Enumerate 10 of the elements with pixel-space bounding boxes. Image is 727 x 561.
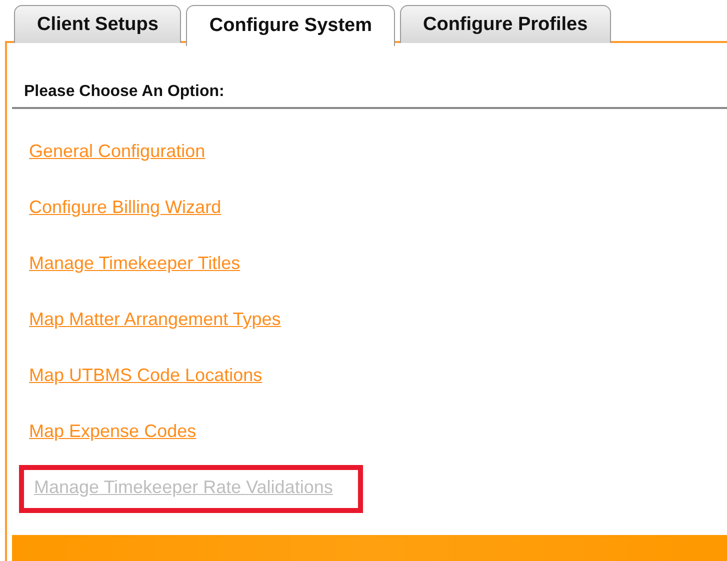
section-heading: Please Choose An Option: [12, 83, 727, 109]
option-link[interactable]: Configure Billing Wizard [29, 197, 222, 217]
option-link[interactable]: Map UTBMS Code Locations [29, 365, 262, 385]
tab[interactable]: Configure System [186, 5, 395, 46]
option-link[interactable]: General Configuration [29, 141, 206, 161]
tab[interactable]: Configure Profiles [400, 5, 611, 43]
option-link[interactable]: Map Matter Arrangement Types [29, 309, 281, 329]
option-link[interactable]: Manage Timekeeper Titles [29, 253, 240, 273]
option-link[interactable]: Map Expense Codes [29, 421, 196, 441]
tab[interactable]: Client Setups [14, 5, 182, 43]
